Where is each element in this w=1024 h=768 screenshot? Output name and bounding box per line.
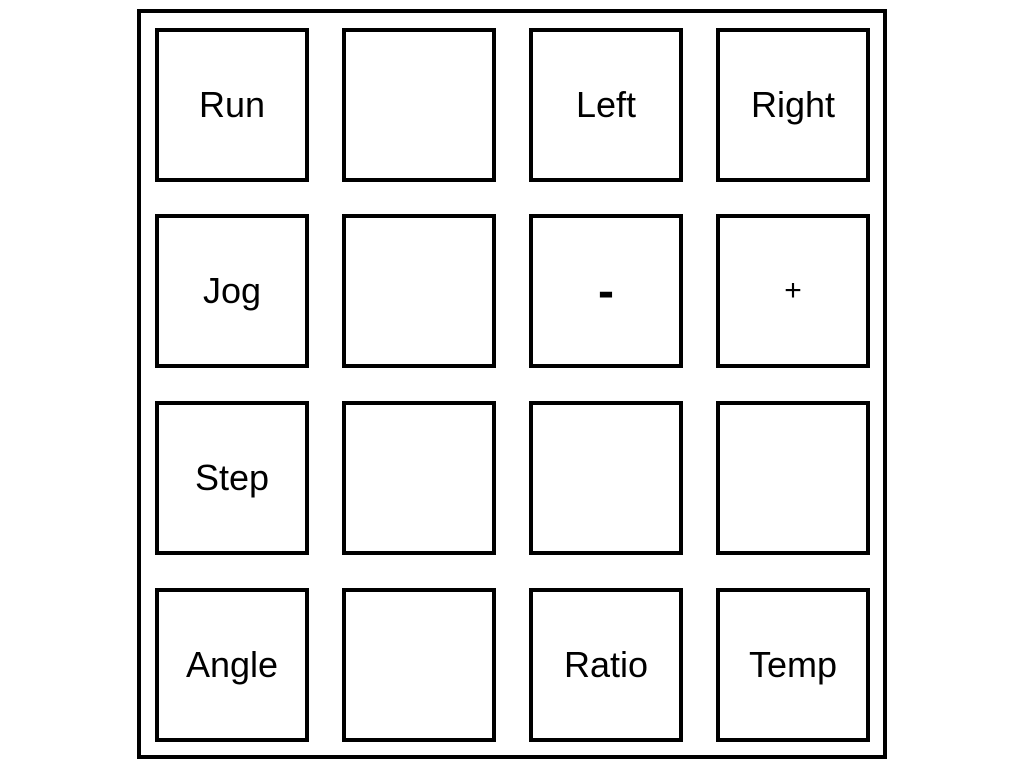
plus-button[interactable]: +: [716, 214, 870, 368]
angle-button[interactable]: Angle: [155, 588, 309, 742]
temp-label: Temp: [748, 644, 838, 685]
plus-icon: +: [784, 274, 802, 307]
minus-button[interactable]: -: [529, 214, 683, 368]
right-button[interactable]: Right: [716, 28, 870, 182]
jog-button[interactable]: Jog: [155, 214, 309, 368]
blank-button-r3c3[interactable]: [529, 401, 683, 555]
angle-label: Angle: [185, 644, 279, 685]
minus-icon: -: [598, 264, 614, 318]
blank-button-r3c4[interactable]: [716, 401, 870, 555]
step-label: Step: [194, 457, 270, 498]
blank-button-r4c2[interactable]: [342, 588, 496, 742]
blank-button-r1c2[interactable]: [342, 28, 496, 182]
blank-button-r3c2[interactable]: [342, 401, 496, 555]
temp-button[interactable]: Temp: [716, 588, 870, 742]
ratio-button[interactable]: Ratio: [529, 588, 683, 742]
left-button[interactable]: Left: [529, 28, 683, 182]
run-button[interactable]: Run: [155, 28, 309, 182]
ratio-label: Ratio: [563, 644, 649, 685]
jog-label: Jog: [202, 270, 262, 311]
right-label: Right: [750, 84, 836, 125]
keypad-panel: Run Left Right Jog - + Step Angle Ratio …: [137, 9, 887, 759]
blank-button-r2c2[interactable]: [342, 214, 496, 368]
left-label: Left: [575, 84, 637, 125]
run-label: Run: [198, 84, 266, 125]
step-button[interactable]: Step: [155, 401, 309, 555]
